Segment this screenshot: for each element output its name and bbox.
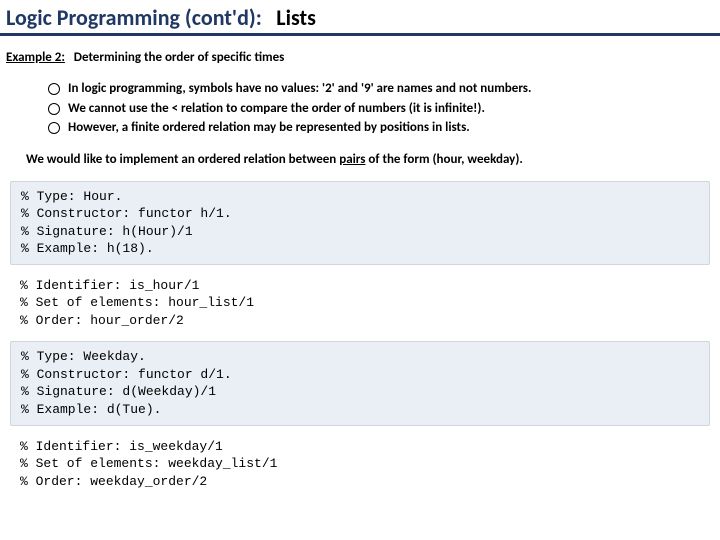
bullet-item: In logic programming, symbols have no va… [48,79,700,99]
goal-post: of the form (hour, weekday). [365,152,522,167]
bullet-item: We cannot use the < relation to compare … [48,99,700,119]
code-block-hour-type: % Type: Hour. % Constructor: functor h/1… [10,181,710,265]
goal-underline: pairs [339,152,365,167]
bullet-text: In logic programming, symbols have no va… [68,79,531,99]
code-plain-hour-id: % Identifier: is_hour/1 % Set of element… [10,273,710,334]
bullet-icon [48,103,60,115]
slide-title-bar: Logic Programming (cont'd): Lists [0,0,720,36]
bullet-icon [48,83,60,95]
bullet-item: However, a finite ordered relation may b… [48,118,700,138]
bullet-icon [48,122,60,134]
goal-pre: We would like to implement an ordered re… [26,152,339,167]
title-suffix: Lists [276,4,316,31]
example-text: Determining the order of specific times [74,50,285,65]
bullet-text: However, a finite ordered relation may b… [68,118,470,138]
goal-sentence: We would like to implement an ordered re… [0,138,720,173]
title-prefix: Logic Programming (cont'd): [6,4,262,31]
bullet-text: We cannot use the < relation to compare … [68,99,485,119]
code-block-weekday-type: % Type: Weekday. % Constructor: functor … [10,341,710,425]
code-plain-weekday-id: % Identifier: is_weekday/1 % Set of elem… [10,434,710,495]
example-subhead: Example 2: Determining the order of spec… [0,36,720,71]
example-label: Example 2: [6,50,65,65]
bullet-list: In logic programming, symbols have no va… [0,71,720,138]
